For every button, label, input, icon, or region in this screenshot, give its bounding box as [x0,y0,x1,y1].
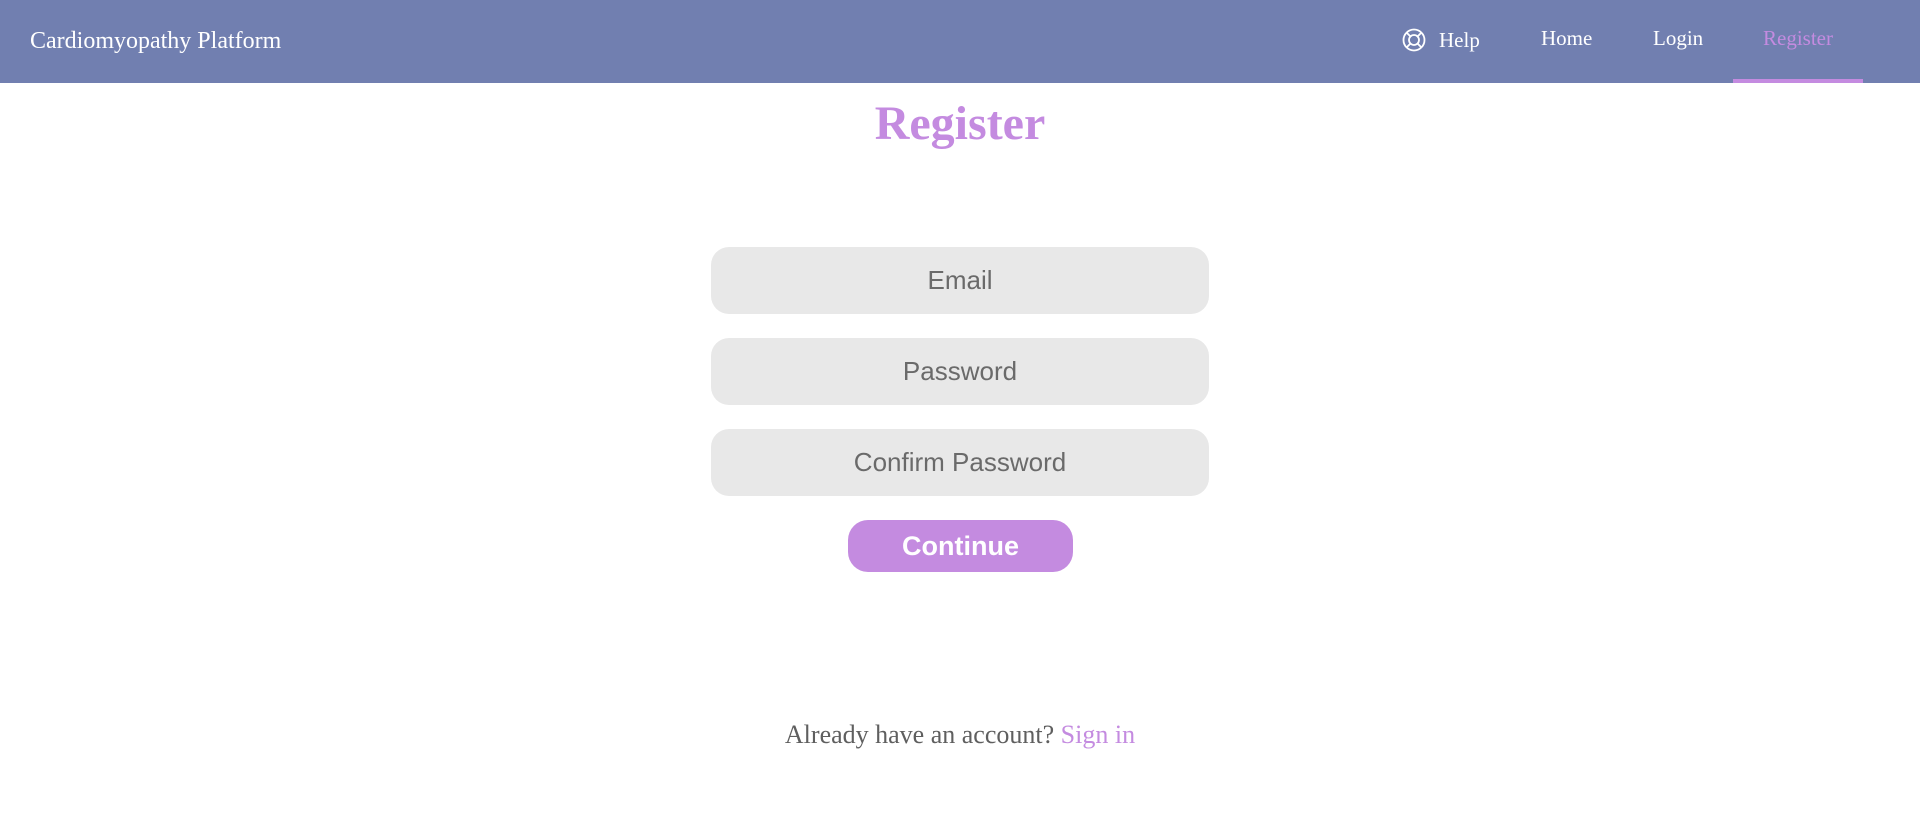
signin-link[interactable]: Sign in [1061,720,1135,749]
nav-help[interactable]: Help [1402,24,1480,56]
active-tab-indicator [1733,79,1863,83]
continue-button[interactable]: Continue [848,520,1073,572]
nav-register-label: Register [1763,26,1833,50]
nav-help-label: Help [1439,28,1480,52]
signin-prompt-text: Already have an account? [784,720,1055,749]
nav-home[interactable]: Home [1541,24,1592,52]
confirm-password-field[interactable] [711,429,1209,496]
signin-prompt: Already have an account? Sign in [0,718,1920,752]
email-field[interactable] [711,247,1209,314]
brand-title[interactable]: Cardiomyopathy Platform [30,26,281,56]
password-field[interactable] [711,338,1209,405]
page-title: Register [874,97,1046,150]
nav-register[interactable]: Register [1733,0,1863,83]
nav-login[interactable]: Login [1653,24,1703,52]
top-navbar: Cardiomyopathy Platform Help Home Login … [0,0,1920,83]
lifebuoy-icon [1402,28,1426,52]
